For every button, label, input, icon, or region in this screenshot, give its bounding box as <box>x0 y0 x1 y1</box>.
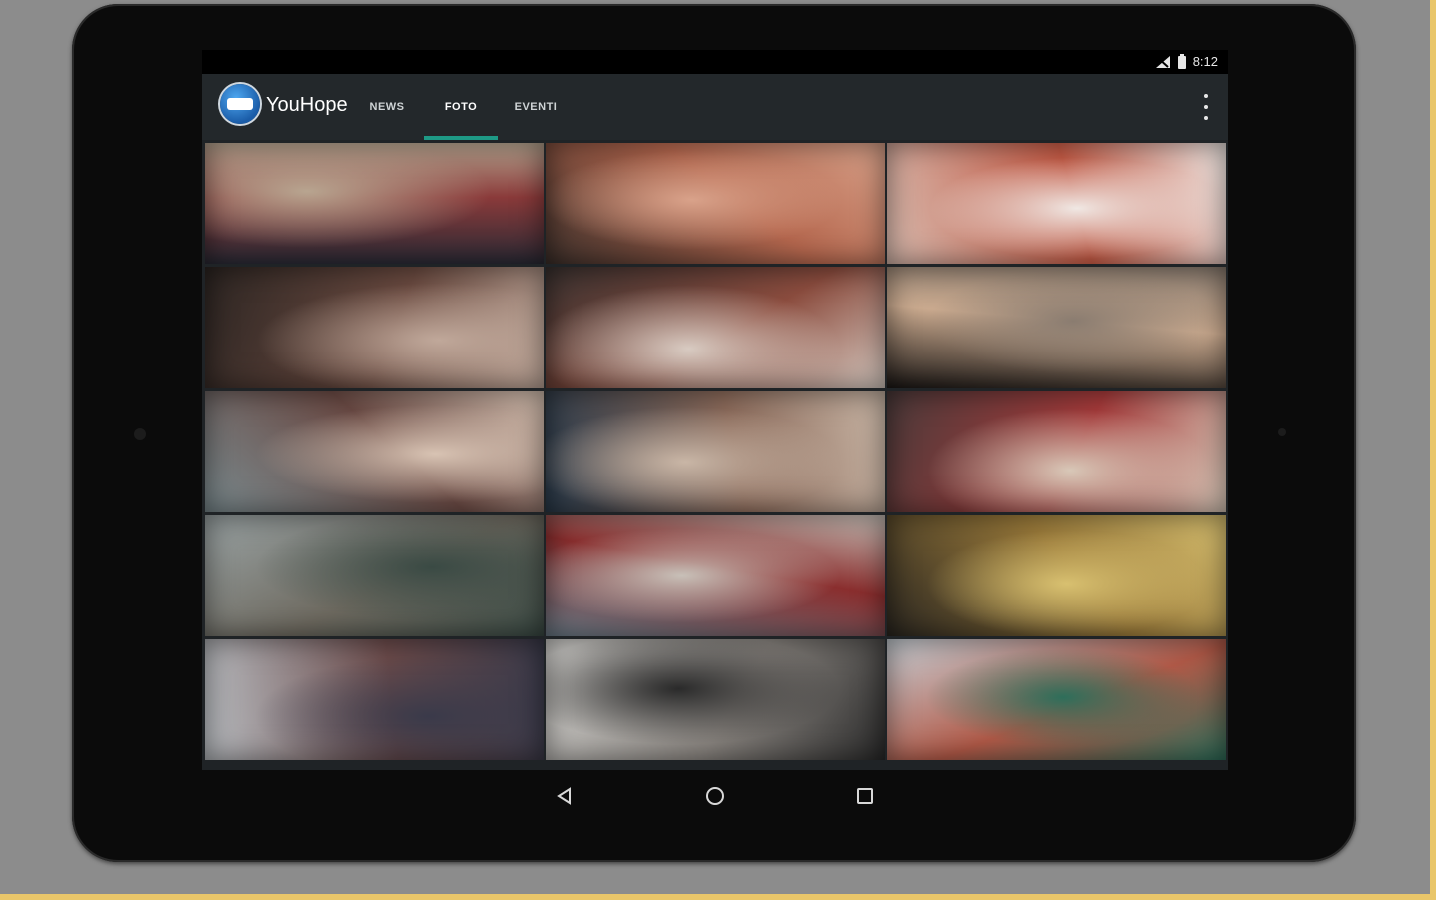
photo-thumbnail-venice-red-building[interactable] <box>887 639 1226 760</box>
back-triangle-icon[interactable] <box>545 776 585 816</box>
frame-border-bottom <box>0 894 1436 900</box>
photo-thumbnail-rialto-bridge-canal[interactable] <box>205 515 544 636</box>
battery-icon <box>1177 54 1186 69</box>
photo-thumbnail-group-close-faces[interactable] <box>546 391 885 512</box>
photo-thumbnail-rialto-bridge-closeup[interactable] <box>546 639 885 760</box>
photo-thumbnail-banquet-hall-crowd-wide[interactable] <box>546 267 885 388</box>
status-bar: 8:12 <box>202 50 1228 74</box>
photo-grid <box>205 143 1226 760</box>
photo-thumbnail-group-singing[interactable] <box>887 391 1226 512</box>
tab-active-indicator <box>424 136 498 140</box>
home-circle-icon[interactable] <box>695 776 735 816</box>
app-screen: 8:12 YouHope NEWS FOTO EVENTI <box>202 50 1228 770</box>
youhope-logo-icon <box>220 84 260 124</box>
tab-foto[interactable]: FOTO <box>424 74 498 140</box>
no-signal-icon <box>1155 55 1170 68</box>
tab-news[interactable]: NEWS <box>358 74 416 140</box>
photo-thumbnail-young-people-canal[interactable] <box>205 391 544 512</box>
photo-thumbnail-banquet-hall-crowd[interactable] <box>205 267 544 388</box>
photo-thumbnail-friends-with-roses[interactable] <box>546 515 885 636</box>
tab-eventi[interactable]: EVENTI <box>504 74 568 140</box>
tab-foto-label: FOTO <box>444 101 478 113</box>
status-time: 8:12 <box>1192 54 1218 69</box>
photo-thumbnail-crowd-group-cheering[interactable] <box>205 143 544 264</box>
recents-square-icon[interactable] <box>845 776 885 816</box>
navigation-bar <box>202 770 1228 822</box>
tab-news-label: NEWS <box>369 101 405 113</box>
side-sensor <box>1278 428 1286 436</box>
photo-thumbnail-basilica-interior[interactable] <box>887 515 1226 636</box>
tab-eventi-label: EVENTI <box>514 101 558 113</box>
photo-thumbnail-two-young-women-smiling[interactable] <box>546 143 885 264</box>
photo-thumbnail-two-women-table-setting[interactable] <box>887 143 1226 264</box>
photo-thumbnail-woman-with-microphone[interactable] <box>887 267 1226 388</box>
photo-thumbnail-group-on-dock[interactable] <box>205 639 544 760</box>
more-vertical-icon[interactable] <box>1198 94 1214 120</box>
app-bar: YouHope NEWS FOTO EVENTI <box>202 74 1228 140</box>
front-camera <box>134 428 146 440</box>
app-title: YouHope <box>266 94 348 116</box>
frame-border-right <box>1430 0 1436 900</box>
